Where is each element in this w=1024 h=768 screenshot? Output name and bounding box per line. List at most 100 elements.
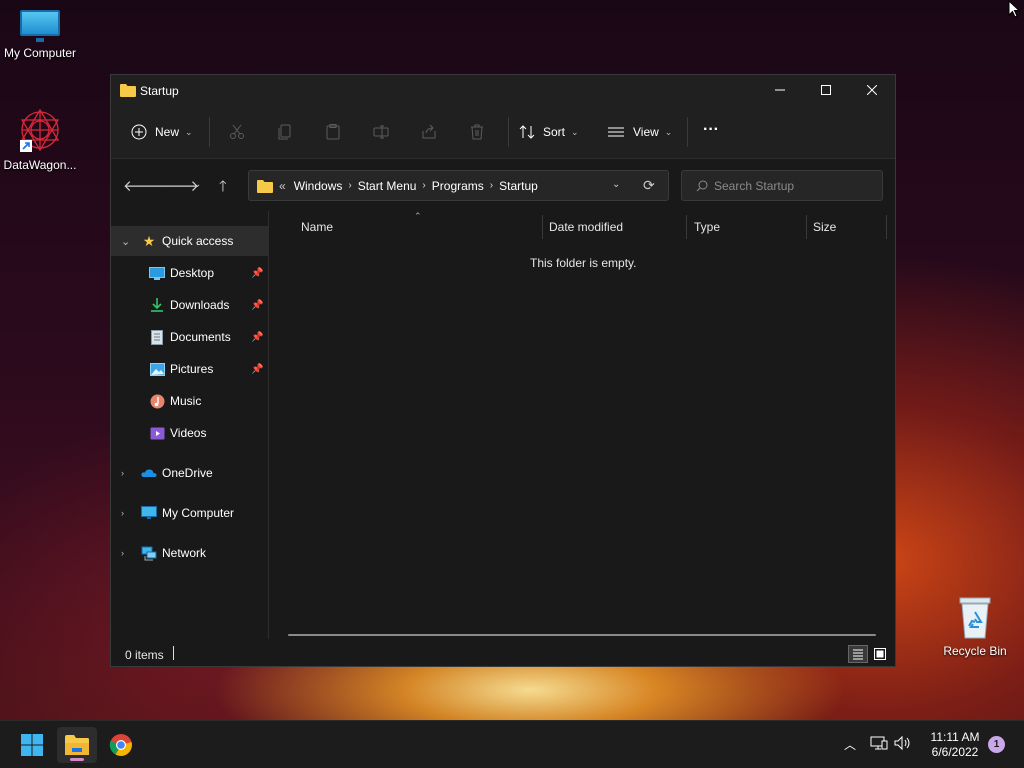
- chevron-right-icon: ›: [489, 180, 494, 191]
- sort-icon: [519, 125, 535, 139]
- show-hidden-icons-button[interactable]: ︿: [844, 736, 856, 753]
- share-button[interactable]: [421, 119, 437, 145]
- nav-item-quick-access[interactable]: ⌄ ★ Quick access: [111, 226, 269, 256]
- nav-item-onedrive[interactable]: › OneDrive: [111, 458, 269, 488]
- address-dropdown-button[interactable]: ⌄: [612, 179, 620, 190]
- file-list: ⌃ Name Date modified Type Size This fold…: [270, 211, 895, 639]
- breadcrumb-windows[interactable]: Windows: [294, 179, 343, 193]
- sort-button[interactable]: Sort ⌄: [519, 119, 579, 145]
- nav-item-label: Quick access: [162, 234, 234, 248]
- status-bar: 0 items: [111, 641, 895, 667]
- title-bar[interactable]: Startup: [111, 75, 895, 105]
- cloud-icon: [141, 465, 157, 481]
- status-divider: [173, 646, 174, 660]
- desktop-icon-datawagon[interactable]: DataWagon...: [0, 106, 80, 172]
- share-icon: [422, 124, 436, 139]
- rename-icon: [373, 125, 389, 139]
- column-divider[interactable]: [542, 215, 543, 239]
- details-view-icon: [853, 649, 863, 660]
- desktop-icon-label: DataWagon...: [3, 158, 77, 172]
- view-button[interactable]: View ⌄: [607, 119, 672, 145]
- minimize-button[interactable]: [757, 75, 803, 105]
- desktop-icon-recycle-bin[interactable]: Recycle Bin: [935, 596, 1015, 658]
- back-button[interactable]: 🡐: [123, 176, 163, 195]
- nav-item-desktop[interactable]: Desktop 📌: [111, 258, 269, 288]
- nav-item-network[interactable]: › Network: [111, 538, 269, 568]
- notification-badge[interactable]: 1: [988, 736, 1005, 753]
- network-tray-icon[interactable]: [870, 735, 888, 754]
- paste-button[interactable]: [325, 119, 341, 145]
- column-header-size[interactable]: Size: [813, 220, 836, 234]
- nav-item-pictures[interactable]: Pictures 📌: [111, 354, 269, 384]
- breadcrumb-start-menu[interactable]: Start Menu: [358, 179, 417, 193]
- chevron-right-icon: ›: [348, 180, 352, 191]
- up-button[interactable]: 🡑: [219, 176, 227, 201]
- details-view-button[interactable]: [848, 645, 868, 663]
- breadcrumb-overflow[interactable]: «: [279, 179, 286, 193]
- sort-ascending-icon: ⌃: [414, 211, 422, 221]
- copy-button[interactable]: [277, 119, 293, 145]
- nav-item-documents[interactable]: Documents 📌: [111, 322, 269, 352]
- trash-icon: [471, 124, 483, 140]
- taskbar-chrome[interactable]: [101, 727, 141, 763]
- nav-item-label: OneDrive: [162, 466, 213, 480]
- windows-logo-icon: [21, 734, 43, 756]
- sort-button-label: Sort: [543, 125, 566, 139]
- delete-button[interactable]: [469, 119, 485, 145]
- column-header-name[interactable]: Name: [301, 220, 333, 234]
- nav-item-music[interactable]: Music: [111, 386, 269, 416]
- nav-item-downloads[interactable]: Downloads 📌: [111, 290, 269, 320]
- mouse-cursor-icon: [1008, 0, 1020, 18]
- horizontal-scrollbar[interactable]: [288, 634, 876, 636]
- column-divider[interactable]: [886, 215, 887, 239]
- address-row: 🡐 🡒 ⌄ 🡑 « Windows › Start Menu › Program…: [111, 159, 895, 211]
- star-icon: ★: [142, 232, 156, 249]
- close-icon: [867, 85, 877, 95]
- nav-item-label: Music: [170, 394, 202, 408]
- maximize-icon: [821, 85, 831, 95]
- breadcrumb-startup[interactable]: Startup: [499, 179, 538, 193]
- chevron-down-icon: ⌄: [571, 126, 579, 137]
- pin-icon: 📌: [251, 331, 264, 343]
- new-button-label: New: [155, 125, 180, 139]
- network-icon: [141, 545, 157, 561]
- nav-item-my-computer[interactable]: › My Computer: [111, 498, 269, 528]
- chevron-down-icon: ⌄: [664, 126, 673, 137]
- plus-circle-icon: [131, 124, 147, 140]
- close-button[interactable]: [849, 75, 895, 105]
- file-explorer-icon: [65, 735, 89, 755]
- search-box[interactable]: [681, 170, 883, 201]
- taskbar-file-explorer[interactable]: [57, 727, 97, 763]
- nav-item-videos[interactable]: Videos: [111, 418, 269, 448]
- clock-time: 11:11 AM: [930, 730, 980, 744]
- large-icons-view-button[interactable]: [870, 645, 890, 663]
- address-bar[interactable]: « Windows › Start Menu › Programs › Star…: [248, 170, 669, 201]
- search-input[interactable]: [714, 178, 874, 193]
- view-list-icon: [608, 127, 624, 137]
- clock-date: 6/6/2022: [931, 745, 979, 759]
- music-icon: [149, 393, 165, 409]
- empty-folder-message: This folder is empty.: [530, 256, 637, 270]
- breadcrumb-programs[interactable]: Programs: [432, 179, 484, 193]
- pin-icon: 📌: [251, 299, 264, 311]
- new-button[interactable]: New ⌄: [131, 119, 193, 145]
- toolbar-divider: [687, 117, 688, 147]
- cut-button[interactable]: [229, 119, 245, 145]
- more-options-button[interactable]: ···: [703, 117, 719, 143]
- monitor-icon: [18, 8, 62, 42]
- taskbar: ︿ 11:11 AM 6/6/2022 1: [0, 720, 1024, 768]
- start-button[interactable]: [12, 727, 52, 763]
- command-bar: New ⌄ Sort ⌄ View ⌄ ···: [111, 105, 895, 159]
- refresh-button[interactable]: ⟳: [643, 177, 655, 194]
- desktop-icon-my-computer[interactable]: My Computer: [0, 8, 80, 60]
- picture-icon: [149, 361, 165, 377]
- column-header-date-modified[interactable]: Date modified: [549, 220, 623, 234]
- maximize-button[interactable]: [803, 75, 849, 105]
- column-divider[interactable]: [806, 215, 807, 239]
- clock[interactable]: 11:11 AM 6/6/2022: [916, 730, 994, 760]
- volume-icon[interactable]: [894, 735, 912, 754]
- rename-button[interactable]: [373, 119, 389, 145]
- column-divider[interactable]: [686, 215, 687, 239]
- column-header-type[interactable]: Type: [694, 220, 720, 234]
- recent-locations-button[interactable]: ⌄: [193, 179, 201, 190]
